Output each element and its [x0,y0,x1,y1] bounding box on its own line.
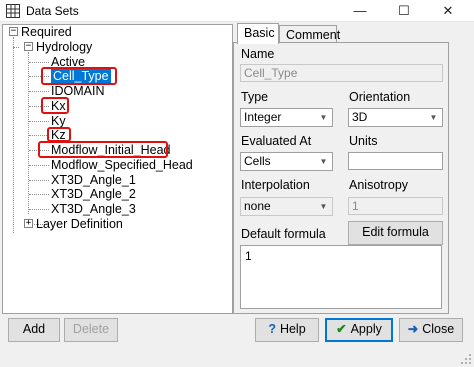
tree-node-required[interactable]: Required [21,25,72,40]
highlight-box [47,127,71,142]
apply-button[interactable]: ✔ Apply [325,318,393,342]
checkmark-icon: ✔ [336,322,347,336]
interpolation-select: none ▼ [240,197,333,216]
name-label: Name [241,47,275,61]
evaluated-at-select-value: Cells [244,154,271,168]
tree-guide-line [29,180,49,181]
chevron-down-icon: ▼ [429,113,438,122]
type-select-value: Integer [244,110,282,124]
tree-guide-line [29,91,49,92]
chevron-down-icon: ▼ [319,157,328,166]
tree-guide-line [29,194,49,195]
help-button-label: Help [279,322,306,336]
tree-item-xt3d-angle-2[interactable]: XT3D_Angle_2 [51,187,136,202]
chevron-down-icon: ▼ [319,113,328,122]
help-icon: ? [268,322,276,336]
anisotropy-field: 1 [348,197,443,215]
type-select[interactable]: Integer ▼ [240,108,333,127]
units-field[interactable] [348,152,443,170]
close-button-label: Close [422,322,455,336]
title-bar: Data Sets — ☐ ✕ [0,0,474,22]
highlight-box [38,141,168,158]
tree-expand-toggle[interactable]: + [24,219,33,228]
tree-collapse-toggle[interactable]: − [24,42,33,51]
minimize-button[interactable]: — [338,0,382,22]
chevron-down-icon: ▼ [319,202,328,211]
default-formula-field[interactable]: 1 [240,245,442,309]
highlight-box [41,67,117,85]
highlight-box [41,97,69,114]
default-formula-label: Default formula [241,227,326,241]
tree-guide-line [29,62,49,63]
interpolation-select-value: none [244,199,271,213]
close-button[interactable]: ➜ Close [399,318,463,342]
apply-button-label: Apply [350,322,382,336]
evaluated-at-label: Evaluated At [241,134,312,148]
tree-collapse-toggle[interactable]: − [9,27,18,36]
app-icon [6,4,20,18]
units-label: Units [349,134,378,148]
maximize-button[interactable]: ☐ [382,0,426,22]
tree-guide-line [29,165,49,166]
window-title: Data Sets [26,4,79,18]
resize-grip-icon[interactable] [460,353,472,365]
tree-node-hydrology[interactable]: Hydrology [36,40,92,55]
name-field: Cell_Type [240,64,443,82]
interpolation-label: Interpolation [241,178,310,192]
add-button[interactable]: Add [8,318,60,342]
type-label: Type [241,90,269,104]
tree-guide-line [13,37,14,233]
orientation-label: Orientation [349,90,411,104]
tree-node-layer-definition[interactable]: Layer Definition [36,217,123,232]
edit-formula-button[interactable]: Edit formula [348,221,443,245]
anisotropy-label: Anisotropy [349,178,409,192]
tree-guide-line [29,121,49,122]
tree-guide-line [29,209,49,210]
exit-arrow-icon: ➜ [407,322,419,336]
tree-item-xt3d-angle-3[interactable]: XT3D_Angle_3 [51,202,136,217]
tree-item-modflow-specified-head[interactable]: Modflow_Specified_Head [51,158,193,173]
orientation-select[interactable]: 3D ▼ [348,108,443,127]
tree-item-xt3d-angle-1[interactable]: XT3D_Angle_1 [51,173,136,188]
tab-basic[interactable]: Basic [237,23,279,44]
tree-guide-line [13,47,19,48]
tree-guide-line [29,135,49,136]
data-sets-tree[interactable]: − Required − Hydrology Active Cell_Type … [2,24,233,314]
delete-button: Delete [64,318,118,342]
evaluated-at-select[interactable]: Cells ▼ [240,152,333,171]
help-button[interactable]: ? Help [255,318,319,342]
orientation-select-value: 3D [352,110,368,124]
close-window-button[interactable]: ✕ [426,0,470,22]
